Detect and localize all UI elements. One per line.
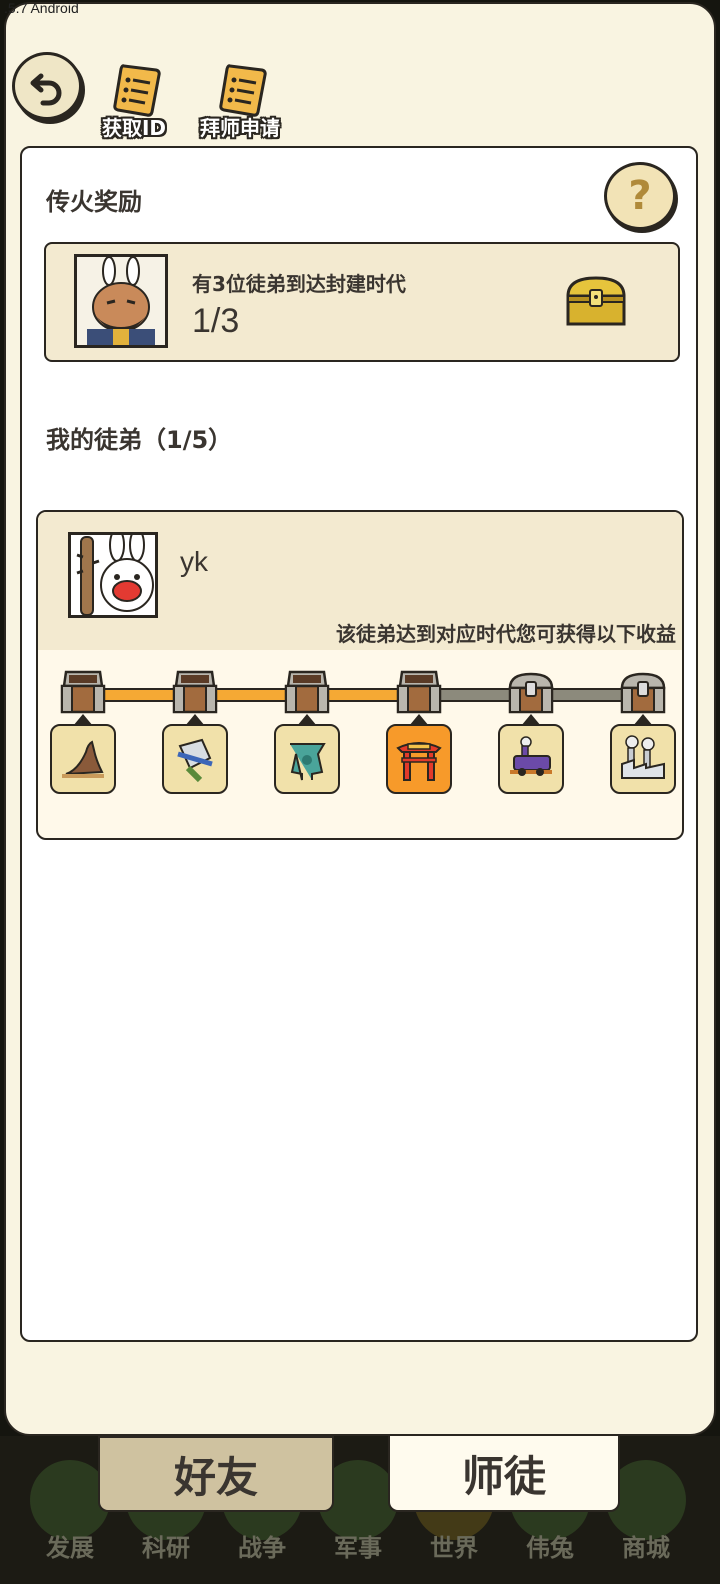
era-industrial[interactable] xyxy=(610,714,676,794)
warrior-avatar-icon xyxy=(77,257,165,345)
rabbit-club-avatar-icon xyxy=(71,535,155,615)
era-steam[interactable] xyxy=(498,714,564,794)
apprentice-request-button[interactable]: 拜师申请 xyxy=(190,62,290,140)
bronze-era-icon xyxy=(290,743,326,781)
apprentice-card[interactable]: yk 该徒弟达到对应时代您可获得以下收益 xyxy=(36,510,684,840)
tab-master-apprentice[interactable]: 师徒 xyxy=(388,1434,620,1512)
get-id-label: 获取ID xyxy=(101,116,167,140)
closed-chest-icon[interactable] xyxy=(506,670,556,714)
apprentice-request-label: 拜师申请 xyxy=(200,116,280,140)
scroll-list-icon xyxy=(113,64,161,117)
get-id-button[interactable]: 获取ID xyxy=(84,62,184,140)
nav-label: 军事 xyxy=(334,1534,382,1562)
help-button[interactable]: ? xyxy=(604,162,676,230)
steam-train-era-icon xyxy=(510,736,552,776)
gold-chest-icon[interactable] xyxy=(564,274,628,328)
question-icon: ? xyxy=(628,173,652,219)
nav-label: 科研 xyxy=(142,1534,190,1562)
industrial-factory-era-icon xyxy=(621,735,665,779)
open-chest-icon[interactable] xyxy=(394,670,444,714)
avatar xyxy=(68,532,158,618)
scroll-list-icon xyxy=(219,64,267,117)
task-description: 有3位徒弟到达封建时代 xyxy=(192,272,406,296)
task-progress: 1/3 xyxy=(192,302,240,340)
era-feudal-current[interactable] xyxy=(386,714,452,794)
era-bronze[interactable] xyxy=(274,714,340,794)
open-chest-icon[interactable] xyxy=(282,670,332,714)
apprentices-section-title: 我的徒弟（1/5） xyxy=(46,426,233,454)
back-button[interactable] xyxy=(12,52,82,120)
avatar xyxy=(74,254,168,348)
tab-friends[interactable]: 好友 xyxy=(98,1436,334,1512)
era-stone-tools[interactable] xyxy=(162,714,228,794)
primitive-era-icon xyxy=(62,740,104,778)
reward-section-title: 传火奖励 xyxy=(46,188,142,216)
nav-label: 伟兔 xyxy=(526,1534,574,1562)
benefit-description: 该徒弟达到对应时代您可获得以下收益 xyxy=(336,622,676,646)
reward-task-card: 有3位徒弟到达封建时代 1/3 xyxy=(44,242,680,362)
feudal-gate-era-icon xyxy=(396,742,442,781)
closed-chest-icon[interactable] xyxy=(618,670,668,714)
nav-label: 商城 xyxy=(622,1534,670,1562)
stone-tools-era-icon xyxy=(177,738,213,783)
nav-label: 战争 xyxy=(238,1534,286,1562)
apprentice-name: yk xyxy=(180,546,208,577)
version-label: .5.7 Android xyxy=(4,0,79,16)
undo-arrow-icon xyxy=(30,73,62,106)
open-chest-icon[interactable] xyxy=(170,670,220,714)
era-primitive[interactable] xyxy=(50,714,116,794)
nav-label: 世界 xyxy=(430,1534,478,1562)
nav-label: 发展 xyxy=(46,1534,94,1562)
open-chest-icon[interactable] xyxy=(58,670,108,714)
